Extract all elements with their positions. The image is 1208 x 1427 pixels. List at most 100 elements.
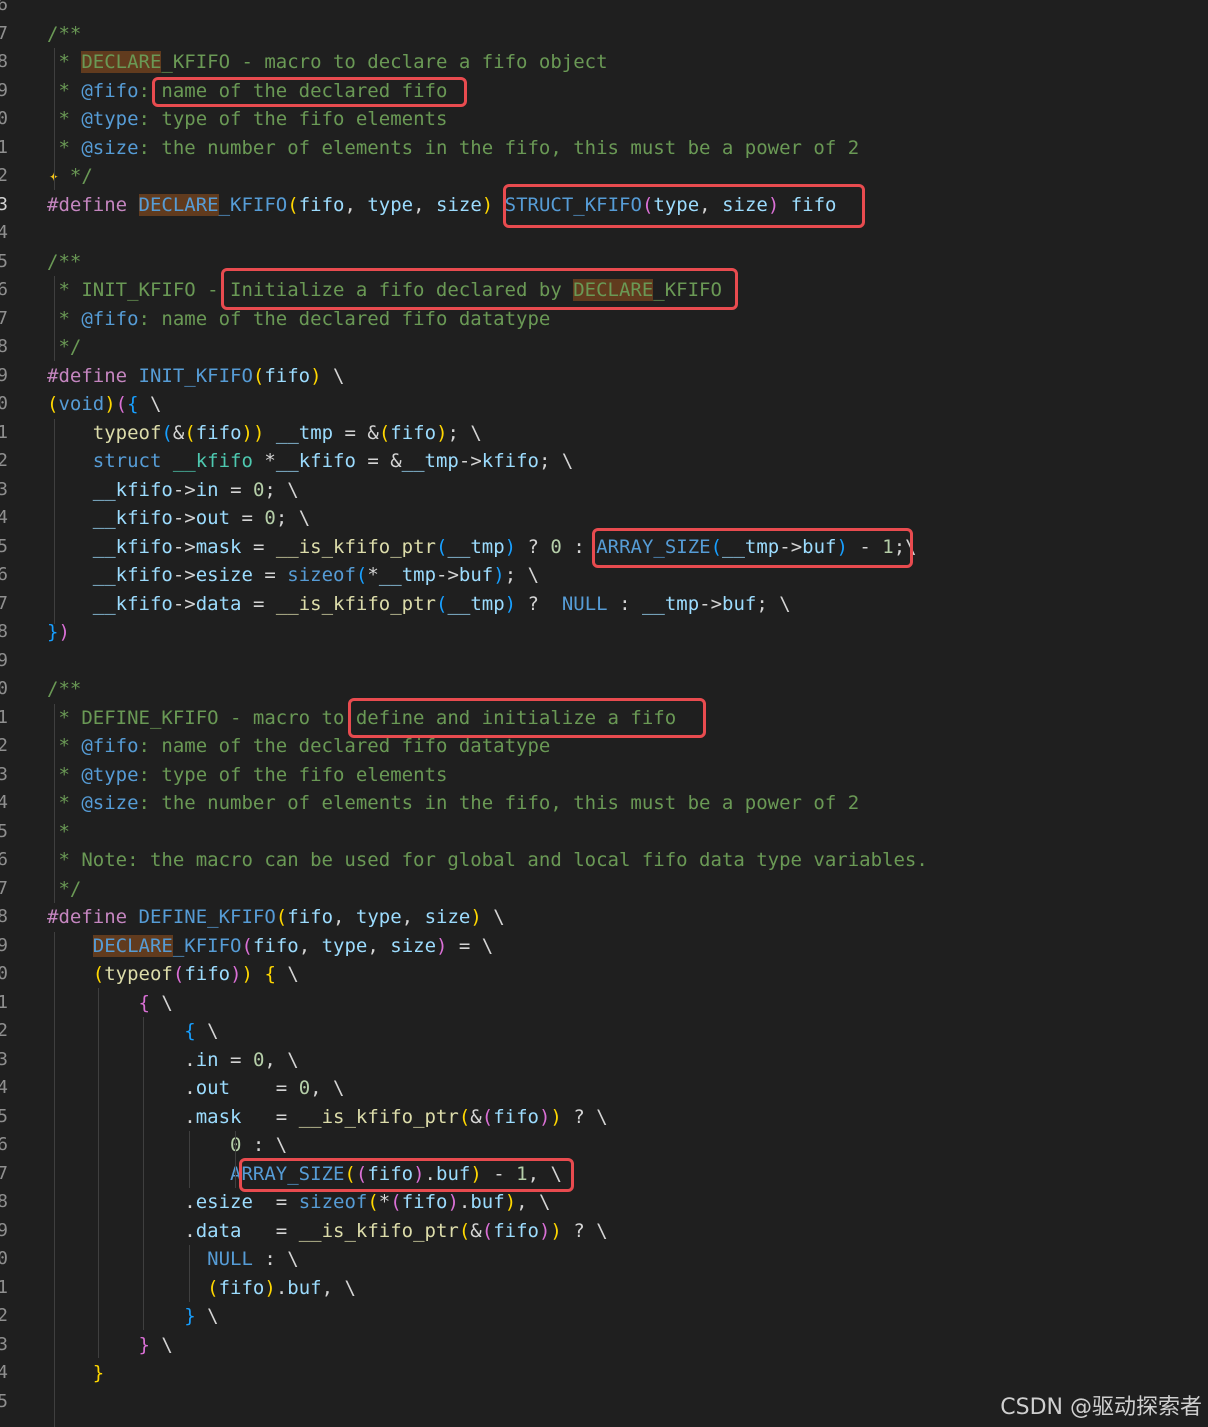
- code-token: mask: [195, 1105, 242, 1128]
- line-number: 0: [0, 1248, 8, 1269]
- code-token: ): [538, 1105, 551, 1128]
- code-token: ?: [516, 592, 562, 615]
- code-line[interactable]: .in = 0, \: [47, 1046, 298, 1075]
- code-line[interactable]: /**: [47, 675, 81, 704]
- code-line[interactable]: * @size: the number of elements in the f…: [47, 789, 859, 818]
- code-line[interactable]: } \: [47, 1331, 173, 1360]
- code-token: fifo: [264, 364, 311, 387]
- code-line[interactable]: 0 : \: [47, 1131, 287, 1160]
- code-token: (: [481, 1105, 494, 1128]
- code-line[interactable]: /**: [47, 20, 81, 49]
- line-number: 9: [0, 934, 8, 956]
- code-line[interactable]: }: [47, 1359, 104, 1388]
- code-editor[interactable]: 6 7 8 9 0 1 2 3 4 5 6 7 8 9 0 1 2 3 4 5 6 7 8 9 0 1 2 3 4 5 6 7 8 9 0 1 2 3 4 5…: [0, 0, 1208, 1427]
- line-number: 2: [0, 165, 8, 186]
- line-number: 1: [0, 1276, 8, 1298]
- code-token: ->: [699, 592, 723, 615]
- code-line[interactable]: } \: [47, 1302, 218, 1331]
- code-line[interactable]: (fifo).buf, \: [47, 1274, 356, 1303]
- code-token: ): [481, 193, 494, 216]
- code-token: : type of the fifo elements: [138, 108, 448, 130]
- code-token: (: [184, 421, 196, 444]
- code-token: (: [458, 1105, 471, 1128]
- code-token: }: [184, 1305, 196, 1327]
- code-line[interactable]: * Note: the macro can be used for global…: [47, 846, 927, 875]
- code-line[interactable]: __kfifo->out = 0; \: [47, 504, 310, 533]
- code-token: fifo: [401, 1191, 448, 1213]
- code-line[interactable]: */: [47, 333, 81, 362]
- code-token: __kfifo: [92, 592, 173, 615]
- line-number: 8: [0, 621, 8, 642]
- code-token: =: [230, 507, 265, 529]
- code-token: ): [504, 1191, 517, 1213]
- code-token: \: [149, 1333, 173, 1356]
- code-line[interactable]: .esize = sizeof(*(fifo).buf), \: [47, 1188, 550, 1217]
- code-token: ,: [367, 934, 391, 957]
- annotation-box: [348, 698, 706, 738]
- code-token: ): [58, 621, 70, 643]
- code-line[interactable]: /**: [47, 248, 81, 277]
- code-token: buf: [470, 1191, 505, 1213]
- code-line[interactable]: struct __kfifo *__kfifo = &__tmp->kfifo;…: [47, 447, 574, 476]
- code-token: .: [47, 1191, 196, 1213]
- line-number: 9: [0, 1219, 8, 1241]
- code-line[interactable]: typeof(&(fifo)) __tmp = &(fifo); \: [47, 419, 482, 448]
- code-line[interactable]: { \: [47, 1017, 218, 1046]
- code-line[interactable]: * @type: type of the fifo elements: [47, 105, 447, 134]
- line-number: 4: [0, 1362, 8, 1383]
- code-token: {: [138, 991, 150, 1014]
- code-token: __is_kfifo_ptr: [298, 1219, 459, 1242]
- code-line[interactable]: }): [47, 618, 70, 647]
- code-token: 0: [252, 478, 265, 501]
- code-token: in: [195, 1048, 219, 1071]
- code-line[interactable]: DECLARE_KFIFO(fifo, type, size) = \: [47, 932, 493, 961]
- code-line[interactable]: */: [47, 875, 81, 904]
- code-line[interactable]: #define DEFINE_KFIFO(fifo, type, size) \: [47, 903, 505, 932]
- code-token: ): [550, 1219, 562, 1242]
- code-line[interactable]: (typeof(fifo)) { \: [47, 960, 299, 989]
- sparkle-icon[interactable]: ✦: [49, 166, 69, 186]
- code-token: fifo: [218, 1276, 265, 1299]
- indent-guide: [54, 276, 55, 361]
- code-line[interactable]: __kfifo->esize = sizeof(*__tmp->buf); \: [47, 561, 539, 590]
- code-token: type: [355, 906, 402, 928]
- code-line[interactable]: NULL : \: [47, 1245, 299, 1274]
- code-token: /**: [47, 22, 82, 45]
- code-token: ): [447, 1191, 459, 1213]
- line-number: 0: [0, 963, 8, 984]
- line-number: 6: [0, 1134, 8, 1155]
- indent-guide: [143, 1017, 144, 1330]
- code-token: /**: [47, 250, 82, 273]
- code-token: ?: [516, 535, 551, 558]
- line-number: 4: [0, 222, 8, 243]
- code-token: *: [367, 564, 379, 586]
- code-line[interactable]: * @size: the number of elements in the f…: [47, 134, 859, 163]
- code-line[interactable]: #define INIT_KFIFO(fifo) \: [47, 362, 344, 391]
- code-line[interactable]: .data = __is_kfifo_ptr(&(fifo)) ? \: [47, 1217, 607, 1246]
- line-number: 1: [0, 136, 8, 158]
- code-token: __kfifo: [172, 450, 253, 472]
- indent-guide: [189, 1245, 190, 1302]
- code-token: fifo: [252, 934, 299, 957]
- code-line[interactable]: * DECLARE_KFIFO - macro to declare a fif…: [47, 48, 608, 77]
- code-line[interactable]: * @type: type of the fifo elements: [47, 761, 447, 790]
- code-token: __kfifo: [92, 564, 173, 586]
- code-token: ): [504, 535, 517, 558]
- code-line[interactable]: (void)({ \: [47, 390, 161, 419]
- code-token: ->: [458, 450, 482, 472]
- code-line[interactable]: __kfifo->data = __is_kfifo_ptr(__tmp) ? …: [47, 590, 791, 619]
- code-line[interactable]: *: [47, 818, 69, 847]
- code-token: }: [138, 1333, 150, 1356]
- code-token: esize: [195, 564, 253, 586]
- code-line[interactable]: .mask = __is_kfifo_ptr(&(fifo)) ? \: [47, 1103, 607, 1132]
- code-line[interactable]: __kfifo->in = 0; \: [47, 476, 299, 505]
- code-token: = &: [355, 450, 402, 472]
- code-token: =: [230, 1077, 299, 1099]
- code-token: (: [458, 1219, 471, 1242]
- code-token: size: [424, 906, 471, 928]
- code-token: __is_kfifo_ptr: [298, 1105, 459, 1128]
- code-line[interactable]: .out = 0, \: [47, 1074, 344, 1103]
- code-line[interactable]: { \: [47, 989, 173, 1018]
